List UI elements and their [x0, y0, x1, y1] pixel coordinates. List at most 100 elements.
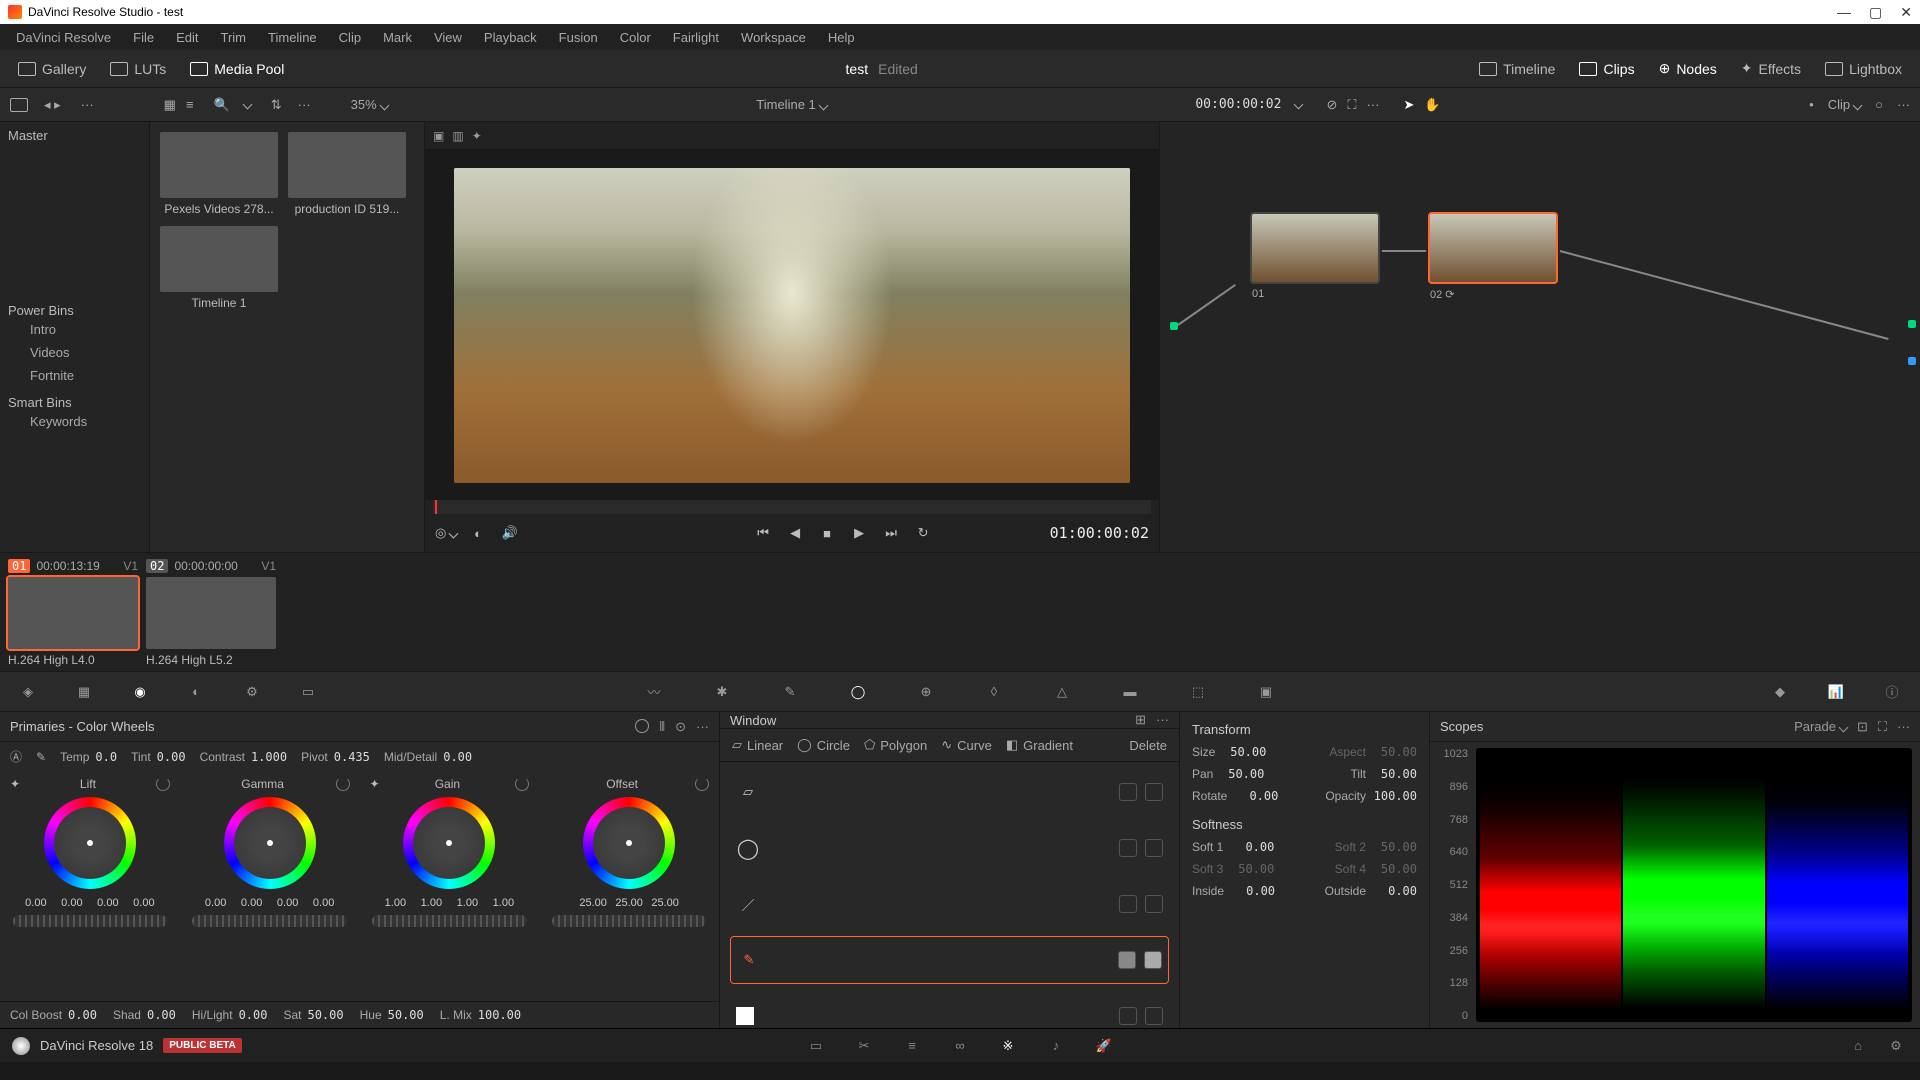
gamma-jog[interactable] — [192, 915, 347, 927]
lmix-value[interactable]: 100.00 — [478, 1008, 521, 1022]
sizing-icon[interactable]: ⬚ — [1184, 678, 1212, 706]
warper-icon[interactable]: ✱ — [708, 678, 736, 706]
color-match-icon[interactable]: ▦ — [70, 678, 98, 706]
menu-davinci[interactable]: DaVinci Resolve — [6, 27, 121, 48]
node-01[interactable]: 01 — [1250, 212, 1380, 300]
fusion-page-icon[interactable]: ∞ — [948, 1034, 972, 1058]
tint-value[interactable]: 0.00 — [157, 750, 186, 764]
play-icon[interactable]: ▶ — [848, 522, 870, 544]
scopes-icon[interactable]: 📊 — [1822, 678, 1850, 706]
bin-fortnite[interactable]: Fortnite — [8, 364, 141, 387]
opacity-value[interactable]: 100.00 — [1372, 789, 1417, 803]
menu-view[interactable]: View — [424, 27, 472, 48]
effects-button[interactable]: ✦Effects — [1733, 56, 1809, 81]
contrast-value[interactable]: 1.000 — [251, 750, 287, 764]
gain-jog[interactable] — [372, 915, 527, 927]
reset-icon[interactable] — [695, 777, 709, 791]
unmix-icon[interactable]: ◐ — [467, 522, 489, 544]
scopes-mode[interactable]: Parade — [1794, 719, 1847, 735]
bin-view-icon[interactable] — [10, 98, 28, 112]
soft1-value[interactable]: 0.00 — [1229, 840, 1274, 854]
clip-thumb[interactable]: 02 00:00:00:00 V1 H.264 High L5.2 — [146, 559, 276, 665]
size-value[interactable]: 50.00 — [1221, 745, 1266, 759]
record-timecode[interactable]: 01:00:00:02 — [1050, 524, 1149, 542]
output-anchor[interactable] — [1908, 320, 1916, 328]
media-item[interactable]: Pexels Videos 278... — [160, 132, 278, 216]
temp-value[interactable]: 0.0 — [95, 750, 117, 764]
shad-value[interactable]: 0.00 — [147, 1008, 176, 1022]
shape-curve[interactable]: ／ — [730, 880, 1169, 928]
rotate-value[interactable]: 0.00 — [1233, 789, 1278, 803]
picker-icon[interactable]: ✎ — [36, 750, 46, 764]
hand-icon[interactable]: ✋ — [1424, 97, 1440, 113]
hue-value[interactable]: 50.00 — [388, 1008, 424, 1022]
master-bin[interactable]: Master — [8, 128, 141, 143]
key-icon[interactable]: ▬ — [1116, 678, 1144, 706]
maximize-icon[interactable]: ▢ — [1869, 4, 1882, 21]
gradient-tool[interactable]: ◧Gradient — [1006, 737, 1073, 753]
thumb-view-icon[interactable]: ▦ — [164, 97, 176, 113]
fairlight-page-icon[interactable]: ♪ — [1044, 1034, 1068, 1058]
magic-mask-icon[interactable]: ◊ — [980, 678, 1008, 706]
linear-tool[interactable]: ▱Linear — [732, 737, 783, 753]
gain-wheel[interactable] — [403, 797, 495, 889]
wheels-mode-icon[interactable] — [635, 719, 649, 733]
info-icon[interactable]: ⓘ — [1878, 678, 1906, 706]
bin-videos[interactable]: Videos — [8, 341, 141, 364]
pivot-value[interactable]: 0.435 — [334, 750, 370, 764]
bin-intro[interactable]: Intro — [8, 318, 141, 341]
clips-button[interactable]: Clips — [1571, 57, 1642, 81]
hdr-icon[interactable]: ◐ — [182, 678, 210, 706]
camera-raw-icon[interactable]: ◈ — [14, 678, 42, 706]
curve-tool[interactable]: ∿Curve — [941, 737, 992, 753]
clip-thumb[interactable]: 01 00:00:13:19 V1 H.264 High L4.0 — [8, 559, 138, 665]
3d-icon[interactable]: ▣ — [1252, 678, 1280, 706]
offset-wheel[interactable] — [583, 797, 675, 889]
chevron-down-icon[interactable] — [242, 100, 252, 110]
mediapool-button[interactable]: Media Pool — [182, 57, 292, 81]
timeline-button[interactable]: Timeline — [1471, 57, 1563, 81]
reset-icon[interactable] — [515, 777, 529, 791]
menu-fairlight[interactable]: Fairlight — [663, 27, 729, 48]
lift-jog[interactable] — [13, 915, 168, 927]
expand-icon[interactable]: ⛶ — [1878, 719, 1887, 735]
minimize-icon[interactable]: — — [1837, 4, 1851, 21]
bw-icon[interactable]: ✦ — [370, 777, 380, 791]
curves-icon[interactable]: 〰 — [640, 678, 668, 706]
motion-icon[interactable]: ▭ — [294, 678, 322, 706]
menu-trim[interactable]: Trim — [211, 27, 257, 48]
cut-page-icon[interactable]: ✂ — [852, 1034, 876, 1058]
luts-button[interactable]: LUTs — [102, 57, 174, 81]
nodes-button[interactable]: ⊕Nodes — [1651, 56, 1725, 81]
scope-options-icon[interactable]: ⊡ — [1857, 719, 1868, 735]
reset-icon[interactable] — [336, 777, 350, 791]
step-forward-icon[interactable]: ⏭ — [880, 522, 902, 544]
bypass-icon[interactable]: ⊘ — [1326, 97, 1337, 113]
lift-wheel[interactable] — [44, 797, 136, 889]
gallery-button[interactable]: Gallery — [10, 57, 94, 81]
inside-value[interactable]: 0.00 — [1230, 884, 1275, 898]
blur-icon[interactable]: △ — [1048, 678, 1076, 706]
menu-workspace[interactable]: Workspace — [731, 27, 816, 48]
mid-value[interactable]: 0.00 — [443, 750, 472, 764]
auto-balance-icon[interactable]: Ⓐ — [10, 748, 22, 765]
viewer-canvas[interactable] — [425, 150, 1159, 500]
wand-icon[interactable]: ✦ — [472, 129, 482, 143]
deliver-page-icon[interactable]: 🚀 — [1092, 1034, 1116, 1058]
onion-icon[interactable]: ◎ — [435, 522, 457, 544]
home-icon[interactable]: ⌂ — [1846, 1034, 1870, 1058]
menu-file[interactable]: File — [123, 27, 164, 48]
timeline-name[interactable]: Timeline 1 — [756, 97, 826, 112]
alpha-anchor[interactable] — [1908, 357, 1916, 365]
stop-icon[interactable]: ■ — [816, 522, 838, 544]
bars-mode-icon[interactable]: ⦀ — [659, 719, 665, 735]
zoom-level[interactable]: 35% — [351, 97, 388, 112]
menu-clip[interactable]: Clip — [329, 27, 371, 48]
split-icon[interactable]: ▥ — [452, 129, 463, 143]
color-page-icon[interactable]: ※ — [996, 1034, 1020, 1058]
sat-value[interactable]: 50.00 — [307, 1008, 343, 1022]
tilt-value[interactable]: 50.00 — [1372, 767, 1417, 781]
sort-icon[interactable]: ⇅ — [271, 97, 282, 113]
media-page-icon[interactable]: ▭ — [804, 1034, 828, 1058]
pan-value[interactable]: 50.00 — [1219, 767, 1264, 781]
